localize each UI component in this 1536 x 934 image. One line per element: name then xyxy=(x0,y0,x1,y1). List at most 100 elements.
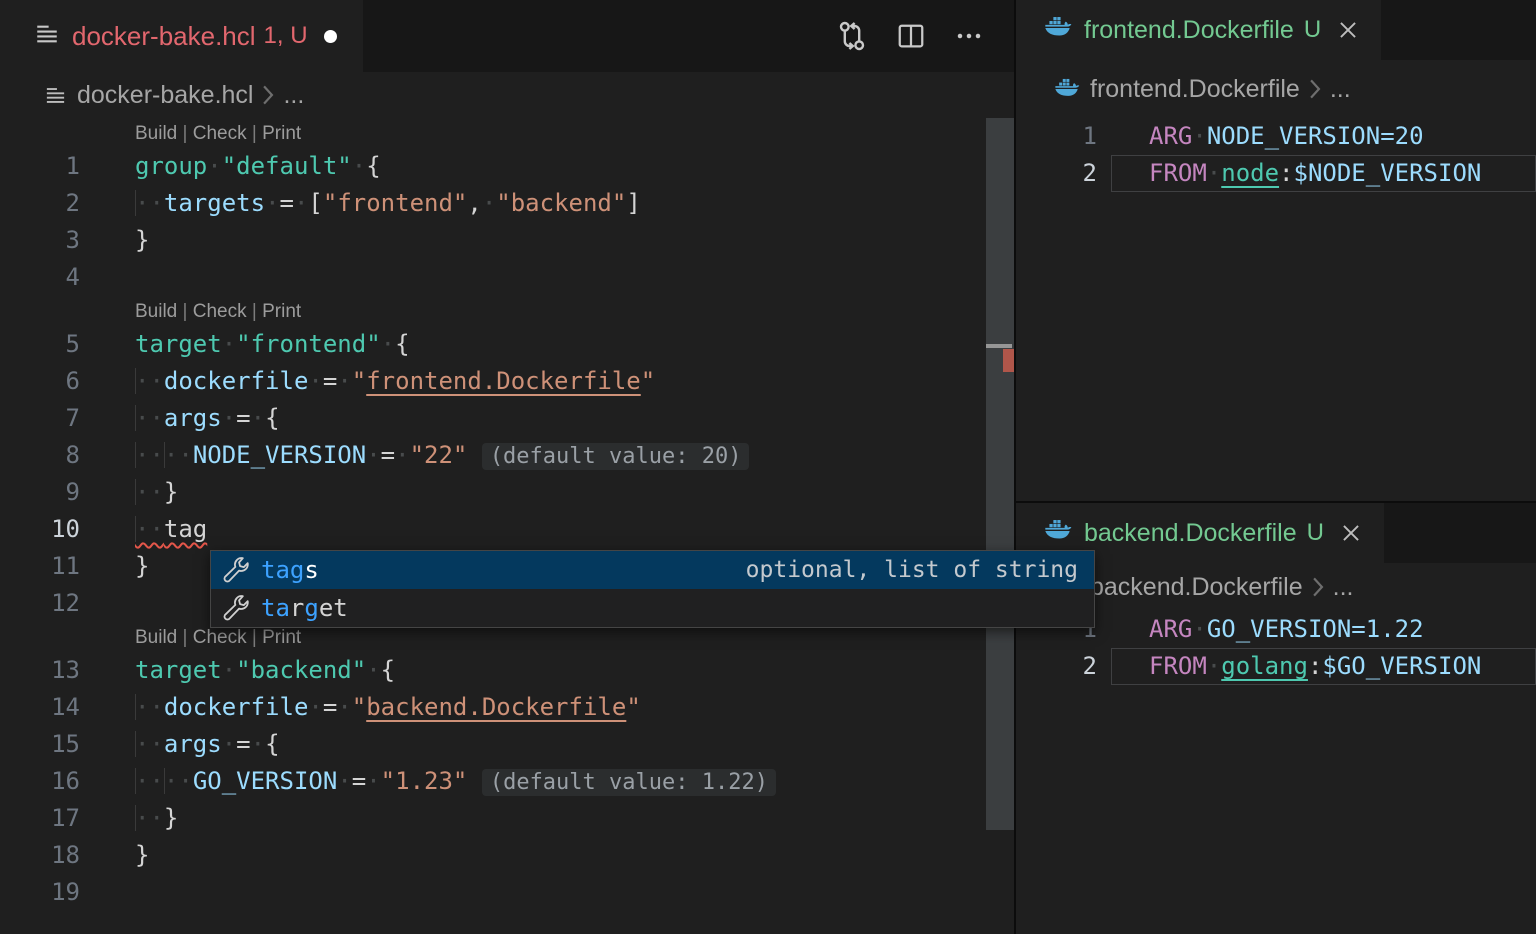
code-lens-build[interactable]: Build xyxy=(135,123,177,144)
code-line-5[interactable]: 5target·"frontend"·{ xyxy=(0,326,1014,363)
code-line-8[interactable]: 8····NODE_VERSION·=·"22" (default value:… xyxy=(0,437,1014,474)
line-number[interactable]: 9 xyxy=(0,474,100,511)
close-icon[interactable] xyxy=(1337,19,1359,41)
line-number[interactable]: 17 xyxy=(0,800,100,837)
line-number[interactable]: 19 xyxy=(0,874,100,911)
line-content[interactable]: group·"default"·{ xyxy=(100,148,1014,185)
code-line-2[interactable]: 2FROM·golang:$GO_VERSION xyxy=(1016,648,1536,685)
suggestion-item-tags[interactable]: tagsoptional, list of string xyxy=(211,551,1094,589)
code-lens-check[interactable]: Check xyxy=(193,627,247,648)
line-number[interactable]: 1 xyxy=(1016,118,1111,155)
close-icon[interactable] xyxy=(1340,522,1362,544)
line-content[interactable]: } xyxy=(100,837,1014,874)
line-content[interactable]: ARG·NODE_VERSION=20 xyxy=(1111,118,1536,155)
breadcrumb-item-file[interactable]: backend.Dockerfile xyxy=(1090,573,1303,602)
breadcrumb-item-more[interactable]: ... xyxy=(283,81,304,110)
code-line-16[interactable]: 16····GO_VERSION·=·"1.23" (default value… xyxy=(0,763,1014,800)
line-number[interactable]: 2 xyxy=(1016,155,1111,192)
code-line-19[interactable]: 19 xyxy=(0,874,1014,911)
line-content[interactable]: FROM·golang:$GO_VERSION xyxy=(1111,648,1536,685)
line-number[interactable]: 11 xyxy=(0,548,100,585)
code-lens-separator: | xyxy=(247,301,263,322)
line-number[interactable]: 2 xyxy=(1016,648,1111,685)
line-content[interactable] xyxy=(100,259,1014,296)
code-lens-build[interactable]: Build xyxy=(135,301,177,322)
line-number[interactable]: 10 xyxy=(0,511,100,548)
tab-docker-bake-hcl[interactable]: docker-bake.hcl 1, U xyxy=(0,0,363,72)
line-content[interactable]: ··tag xyxy=(100,511,1014,548)
split-editor-icon[interactable] xyxy=(896,21,926,51)
main-scrollbar[interactable] xyxy=(986,118,1014,934)
line-content[interactable]: ··} xyxy=(100,800,1014,837)
main-tab-bar: docker-bake.hcl 1, U xyxy=(0,0,1014,72)
line-content[interactable]: FROM·node:$NODE_VERSION xyxy=(1111,155,1536,192)
docker-whale-icon xyxy=(1044,519,1072,548)
line-content[interactable]: ··dockerfile·=·"backend.Dockerfile" xyxy=(100,689,1014,726)
line-content[interactable]: ····GO_VERSION·=·"1.23" (default value: … xyxy=(100,763,1014,800)
line-number[interactable]: 5 xyxy=(0,326,100,363)
breadcrumb-item-file[interactable]: frontend.Dockerfile xyxy=(1090,75,1300,104)
breadcrumb-item-file[interactable]: docker-bake.hcl xyxy=(77,81,253,110)
panel-code-frontend[interactable]: 1ARG·NODE_VERSION=202FROM·node:$NODE_VER… xyxy=(1016,118,1536,192)
line-number[interactable]: 16 xyxy=(0,763,100,800)
line-number[interactable]: 2 xyxy=(0,185,100,222)
code-lens-print[interactable]: Print xyxy=(262,301,301,322)
line-content[interactable]: ··args·=·{ xyxy=(100,400,1014,437)
suggestion-label: tags xyxy=(261,556,319,584)
line-number[interactable]: 1 xyxy=(0,148,100,185)
code-line-1[interactable]: 1ARG·NODE_VERSION=20 xyxy=(1016,118,1536,155)
code-line-15[interactable]: 15··args·=·{ xyxy=(0,726,1014,763)
wrench-property-icon xyxy=(223,595,249,621)
code-line-10[interactable]: 10··tag xyxy=(0,511,1014,548)
code-lens-check[interactable]: Check xyxy=(193,123,247,144)
code-line-2[interactable]: 2FROM·node:$NODE_VERSION xyxy=(1016,155,1536,192)
line-number[interactable]: 18 xyxy=(0,837,100,874)
line-content[interactable]: ····NODE_VERSION·=·"22" (default value: … xyxy=(100,437,1014,474)
code-line-18[interactable]: 18} xyxy=(0,837,1014,874)
line-content[interactable]: ··targets·=·["frontend",·"backend"] xyxy=(100,185,1014,222)
open-changes-icon[interactable] xyxy=(836,20,868,52)
code-lens-print[interactable]: Print xyxy=(262,627,301,648)
scrollbar-slider[interactable] xyxy=(986,118,1014,830)
frontend-tab-bar: frontend.Dockerfile U xyxy=(1016,0,1536,60)
line-number[interactable]: 12 xyxy=(0,585,100,622)
line-content[interactable]: target·"backend"·{ xyxy=(100,652,1014,689)
line-content[interactable]: ··args·=·{ xyxy=(100,726,1014,763)
code-line-4[interactable]: 4 xyxy=(0,259,1014,296)
main-code[interactable]: Build | Check | Print1group·"default"·{2… xyxy=(0,118,1014,911)
line-content[interactable]: target·"frontend"·{ xyxy=(100,326,1014,363)
line-number[interactable]: 6 xyxy=(0,363,100,400)
code-lens-check[interactable]: Check xyxy=(193,301,247,322)
line-content[interactable]: } xyxy=(100,222,1014,259)
tab-filename: backend.Dockerfile xyxy=(1084,519,1297,548)
line-number[interactable]: 8 xyxy=(0,437,100,474)
line-number[interactable]: 7 xyxy=(0,400,100,437)
line-number[interactable]: 13 xyxy=(0,652,100,689)
code-line-9[interactable]: 9··} xyxy=(0,474,1014,511)
tab-filename: frontend.Dockerfile xyxy=(1084,16,1294,45)
line-number[interactable]: 3 xyxy=(0,222,100,259)
code-line-6[interactable]: 6··dockerfile·=·"frontend.Dockerfile" xyxy=(0,363,1014,400)
line-number[interactable]: 4 xyxy=(0,259,100,296)
tab-frontend-dockerfile[interactable]: frontend.Dockerfile U xyxy=(1016,0,1381,60)
line-content[interactable] xyxy=(100,874,1014,911)
code-line-13[interactable]: 13target·"backend"·{ xyxy=(0,652,1014,689)
code-lens-print[interactable]: Print xyxy=(262,123,301,144)
line-content[interactable]: ARG·GO_VERSION=1.22 xyxy=(1111,611,1536,648)
line-content[interactable]: ··} xyxy=(100,474,1014,511)
suggestion-item-target[interactable]: target xyxy=(211,589,1094,627)
line-content[interactable]: ··dockerfile·=·"frontend.Dockerfile" xyxy=(100,363,1014,400)
more-actions-icon[interactable] xyxy=(954,21,984,51)
code-line-2[interactable]: 2··targets·=·["frontend",·"backend"] xyxy=(0,185,1014,222)
code-line-1[interactable]: 1group·"default"·{ xyxy=(0,148,1014,185)
editor-actions xyxy=(836,0,1014,72)
breadcrumb-item-more[interactable]: ... xyxy=(1330,75,1351,104)
code-lens-build[interactable]: Build xyxy=(135,627,177,648)
breadcrumb-item-more[interactable]: ... xyxy=(1333,573,1354,602)
code-line-3[interactable]: 3} xyxy=(0,222,1014,259)
code-line-17[interactable]: 17··} xyxy=(0,800,1014,837)
code-line-14[interactable]: 14··dockerfile·=·"backend.Dockerfile" xyxy=(0,689,1014,726)
line-number[interactable]: 15 xyxy=(0,726,100,763)
line-number[interactable]: 14 xyxy=(0,689,100,726)
code-line-7[interactable]: 7··args·=·{ xyxy=(0,400,1014,437)
